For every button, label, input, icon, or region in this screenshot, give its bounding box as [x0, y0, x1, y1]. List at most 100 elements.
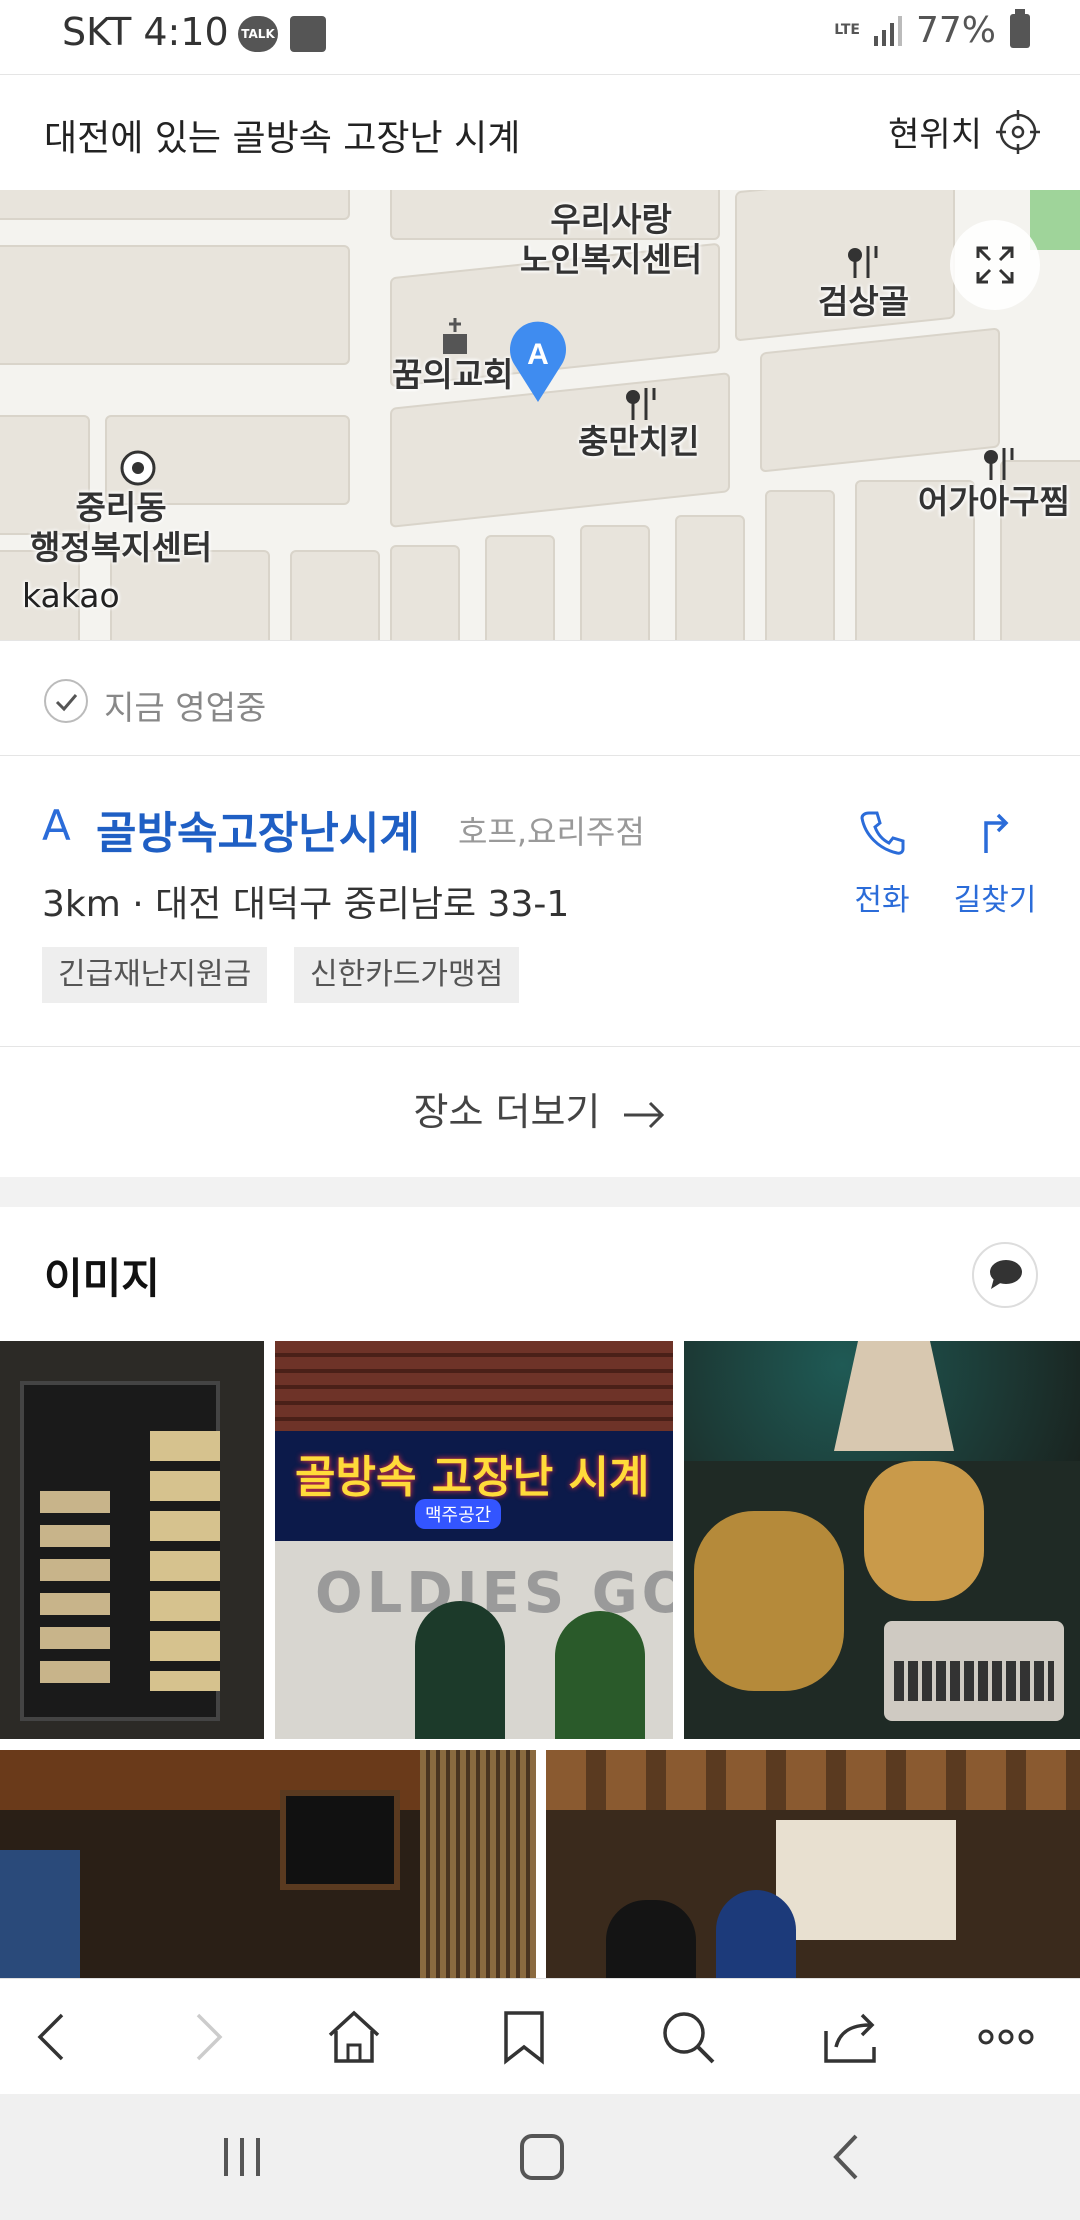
route-button[interactable]: 길찾기 — [940, 807, 1050, 919]
open-now-row: 지금 영업중 — [0, 640, 1080, 756]
more-button[interactable] — [976, 2007, 1036, 2067]
crosshair-icon — [996, 109, 1040, 154]
more-place-label: 장소 더보기 — [413, 1090, 601, 1134]
phone-icon — [860, 811, 905, 855]
bookmark-button[interactable] — [494, 2007, 554, 2067]
map-label-chicken[interactable]: 충만치킨 — [578, 422, 699, 462]
restaurant-icon — [626, 388, 656, 420]
battery-icon — [1010, 8, 1030, 48]
map-block — [760, 327, 1000, 473]
photo-door — [415, 1601, 505, 1739]
sign-text: 골방속 고장난 시계 — [295, 1452, 650, 1503]
place-card[interactable]: A 골방속고장난시계 호프,요리주점 3km · 대전 대덕구 중리남로 33-… — [0, 757, 1080, 1047]
tag-disaster-fund: 긴급재난지원금 — [42, 947, 268, 1003]
home-icon — [328, 2010, 380, 2063]
kakaotalk-icon: TALK — [238, 16, 278, 52]
photo-person — [606, 1900, 696, 1978]
arrow-right-icon — [624, 1101, 665, 1128]
map-block — [0, 245, 350, 365]
photo-thumbnail[interactable] — [546, 1750, 1080, 1978]
forward-button[interactable] — [176, 2007, 236, 2067]
photo-poster — [0, 1850, 80, 1978]
photo-teddy — [694, 1511, 844, 1691]
home-button[interactable] — [324, 2007, 384, 2067]
photo-brick — [275, 1341, 673, 1431]
bookmark-icon — [504, 2011, 544, 2065]
photo-thumbnail[interactable] — [0, 1750, 536, 1978]
photo-wall: OLDIES GOODIES — [275, 1541, 673, 1739]
photo-window — [555, 1611, 645, 1739]
place-category: 호프,요리주점 — [458, 813, 645, 851]
map-block — [0, 190, 350, 220]
call-button[interactable]: 전화 — [827, 807, 937, 919]
public-office-icon — [120, 450, 156, 486]
photo-notes — [150, 1431, 220, 1691]
comment-button[interactable] — [972, 1242, 1038, 1308]
carrier-time: SKT 4:10 — [62, 10, 229, 54]
home-square-icon — [520, 2134, 564, 2180]
photo-thumbnail[interactable]: 골방속 고장난 시계 맥주공간 OLDIES GOODIES — [275, 1341, 673, 1739]
system-nav-bar — [0, 2094, 1080, 2220]
check-icon — [44, 679, 88, 723]
images-section-title: 이미지 — [44, 1254, 160, 1303]
photo-thumbnail[interactable] — [0, 1341, 264, 1739]
photo-records — [420, 1750, 536, 1978]
marker-letter: A — [527, 338, 549, 371]
place-name[interactable]: 골방속고장난시계 — [96, 797, 420, 861]
kakao-logo: kakao — [22, 576, 120, 615]
photo-typewriter — [884, 1621, 1064, 1721]
home-nav-button[interactable] — [512, 2132, 572, 2182]
back-chevron-icon — [833, 2134, 858, 2180]
map-view[interactable]: 우리사랑 노인복지센터 검상골 꿈의교회 충만치킨 어가아구찜 중리동 행정복지… — [0, 190, 1080, 640]
map-block — [765, 490, 835, 640]
sign-subtext: 맥주공간 — [415, 1499, 502, 1529]
route-label: 길찾기 — [953, 883, 1037, 918]
photo-window — [776, 1820, 956, 1940]
map-label-church[interactable]: 꿈의교회 — [392, 355, 513, 395]
map-block — [485, 535, 555, 640]
signal-icon — [873, 15, 902, 46]
map-label-eogaagu[interactable]: 어가아구찜 — [918, 482, 1070, 522]
place-address: 3km · 대전 대덕구 중리남로 33-1 — [42, 884, 570, 925]
more-place-button[interactable]: 장소 더보기 — [0, 1047, 1080, 1177]
church-icon — [443, 318, 467, 354]
map-label-senior-center[interactable]: 우리사랑 노인복지센터 — [520, 200, 702, 280]
expand-icon — [976, 246, 1014, 284]
section-divider — [0, 1177, 1080, 1207]
recent-apps-button[interactable] — [212, 2132, 272, 2182]
map-expand-button[interactable] — [950, 220, 1040, 310]
search-button[interactable] — [658, 2007, 718, 2067]
recent-apps-icon — [224, 2138, 260, 2176]
map-block — [580, 525, 650, 640]
chevron-left-icon — [37, 2013, 64, 2061]
map-label-geomsanggol[interactable]: 검상골 — [818, 282, 909, 322]
back-nav-button[interactable] — [818, 2132, 878, 2182]
back-button[interactable] — [24, 2007, 84, 2067]
speech-bubble-icon — [990, 1260, 1022, 1289]
route-icon — [984, 813, 1009, 853]
photo-thumbnail[interactable] — [684, 1341, 1080, 1739]
place-marker-letter: A — [42, 801, 71, 850]
call-label: 전화 — [854, 883, 910, 918]
map-block — [390, 545, 460, 640]
restaurant-icon — [848, 246, 878, 278]
place-marker-pin[interactable]: A — [506, 320, 570, 404]
current-location-button[interactable]: 현위치 — [888, 107, 1040, 156]
battery-percent: 77% — [915, 10, 996, 51]
notification-icon — [290, 16, 326, 52]
search-icon — [663, 2012, 715, 2064]
photo-pooh — [864, 1461, 984, 1601]
browser-toolbar — [0, 1978, 1080, 2094]
current-location-label: 현위치 — [888, 115, 982, 155]
search-header[interactable]: 대전에 있는 골방속 고장난 시계 현위치 — [0, 74, 1080, 190]
lte-icon: LTE — [834, 22, 860, 38]
share-button[interactable] — [820, 2007, 880, 2067]
photo-shelf — [546, 1750, 1080, 1810]
open-now-label: 지금 영업중 — [104, 688, 267, 727]
search-query[interactable]: 대전에 있는 골방속 고장난 시계 — [44, 109, 520, 161]
status-right: LTE 77% — [834, 8, 1030, 51]
map-block — [675, 515, 745, 640]
map-label-jungri-office[interactable]: 중리동 행정복지센터 — [30, 488, 212, 568]
more-dots-icon — [978, 2029, 1034, 2045]
chevron-right-icon — [196, 2013, 223, 2061]
